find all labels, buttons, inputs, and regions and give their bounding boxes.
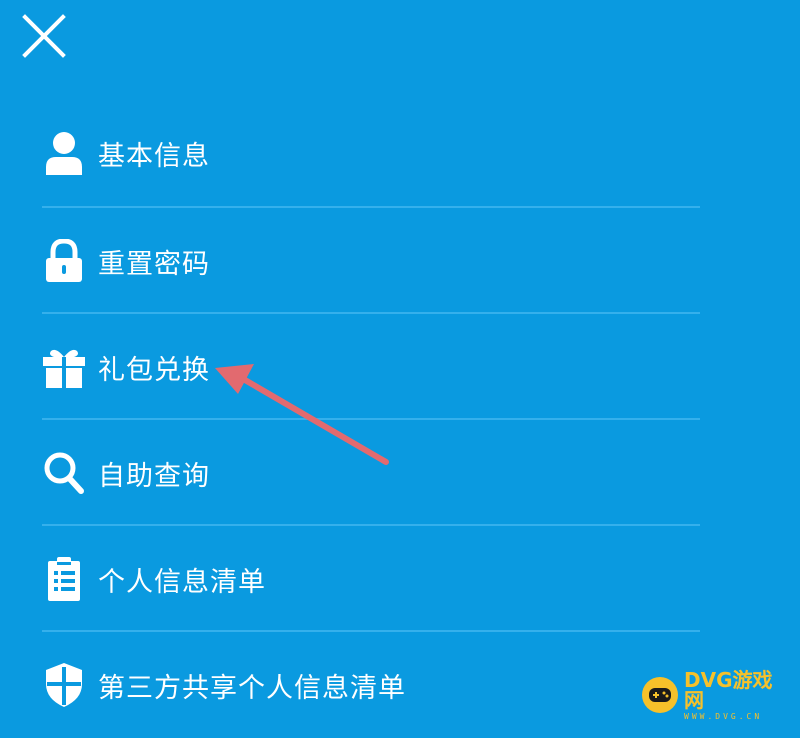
menu-item-label: 自助查询 xyxy=(98,460,210,492)
shield-icon xyxy=(42,661,86,709)
lock-icon xyxy=(42,237,86,285)
watermark-text: DVG游戏网 xyxy=(684,667,773,712)
clipboard-icon xyxy=(42,555,86,603)
menu-item-self-service-query[interactable]: 自助查询 xyxy=(42,420,700,526)
gamepad-icon xyxy=(642,677,678,713)
menu-item-label: 第三方共享个人信息清单 xyxy=(98,672,406,704)
menu-item-label: 重置密码 xyxy=(98,248,210,280)
menu-item-label: 基本信息 xyxy=(98,140,210,172)
menu-item-gift-redeem[interactable]: 礼包兑换 xyxy=(42,314,700,420)
menu-item-label: 礼包兑换 xyxy=(98,354,210,386)
menu-item-personal-info-list[interactable]: 个人信息清单 xyxy=(42,526,700,632)
menu-item-reset-password[interactable]: 重置密码 xyxy=(42,208,700,314)
account-menu: 基本信息 重置密码 礼包兑换 自助查询 个人信息清单 第三方共享个人信息清单 xyxy=(42,98,700,738)
gift-icon xyxy=(42,343,86,391)
watermark-logo: DVG游戏网 WWW.DVG.CN xyxy=(642,667,792,720)
watermark-url: WWW.DVG.CN xyxy=(684,711,763,721)
close-button[interactable] xyxy=(20,12,68,60)
menu-item-basic-info[interactable]: 基本信息 xyxy=(42,98,700,208)
close-icon xyxy=(22,14,66,58)
search-icon xyxy=(42,449,86,497)
menu-item-third-party-sharing-list[interactable]: 第三方共享个人信息清单 xyxy=(42,632,700,738)
user-icon xyxy=(42,129,86,177)
menu-item-label: 个人信息清单 xyxy=(98,566,266,598)
